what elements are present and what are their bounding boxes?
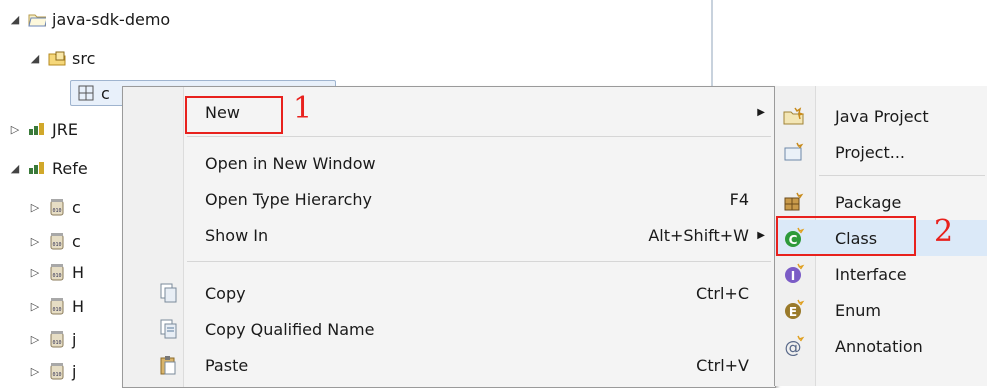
tree-item-jar[interactable]: ▷ 010 j — [28, 358, 77, 384]
tree-item-jar[interactable]: ▷ 010 j — [28, 326, 77, 352]
tree-item-label: H — [72, 296, 85, 316]
tree-item-label: c — [72, 231, 81, 251]
submenu-item-label: Interface — [835, 264, 907, 284]
tree-item-project[interactable]: ◢ java-sdk-demo — [8, 6, 170, 32]
menu-item-shortcut: Alt+Shift+W — [648, 225, 749, 245]
tree-item-label: src — [72, 48, 96, 68]
library-icon — [28, 121, 46, 137]
svg-text:E: E — [789, 305, 797, 319]
interface-icon: I — [783, 263, 805, 285]
tree-item-label: Refe — [52, 158, 88, 178]
svg-text:I: I — [791, 269, 795, 283]
submenu-item-label: Package — [835, 192, 902, 212]
library-icon — [28, 160, 46, 176]
submenu-separator — [819, 175, 985, 176]
svg-text:010: 010 — [52, 307, 61, 313]
copy-qualified-name-icon — [159, 319, 177, 343]
collapsed-twisty-icon[interactable]: ▷ — [28, 235, 42, 248]
menu-item-open-in-new-window[interactable]: Open in New Window — [123, 146, 775, 180]
expanded-twisty-icon[interactable]: ◢ — [28, 52, 42, 65]
svg-text:@: @ — [785, 338, 802, 357]
package-icon — [783, 191, 805, 213]
submenu-item-label: Java Project — [835, 106, 929, 126]
tree-item-label: c — [72, 197, 81, 217]
menu-item-copy-qualified-name[interactable]: Copy Qualified Name — [123, 312, 775, 346]
collapsed-twisty-icon[interactable]: ▷ — [28, 201, 42, 214]
tree-item-jar[interactable]: ▷ 010 H — [28, 259, 84, 285]
submenu-arrow-icon: ▶ — [757, 229, 765, 241]
enum-icon: E — [783, 299, 805, 321]
menu-item-copy[interactable]: Copy Ctrl+C — [123, 276, 775, 310]
tree-item-label: java-sdk-demo — [52, 9, 171, 29]
menu-item-label: Show In — [205, 225, 269, 245]
java-project-icon — [783, 105, 805, 127]
collapsed-twisty-icon[interactable]: ▷ — [28, 300, 42, 313]
submenu-item-label: Enum — [835, 300, 881, 320]
tree-item-src[interactable]: ◢ src — [28, 45, 96, 71]
menu-item-label: Open in New Window — [205, 153, 376, 173]
svg-text:010: 010 — [52, 208, 61, 214]
collapsed-twisty-icon[interactable]: ▷ — [28, 333, 42, 346]
project-folder-icon — [28, 11, 46, 27]
submenu-item-interface[interactable]: I Interface — [775, 256, 987, 292]
tree-item-label: j — [72, 329, 77, 349]
menu-separator — [187, 261, 771, 262]
tree-item-label: j — [72, 361, 77, 381]
expanded-twisty-icon[interactable]: ◢ — [8, 162, 22, 175]
tree-item-jar[interactable]: ▷ 010 c — [28, 228, 81, 254]
tree-item-jar[interactable]: ▷ 010 H — [28, 293, 84, 319]
menu-item-open-type-hierarchy[interactable]: Open Type Hierarchy F4 — [123, 182, 775, 216]
source-folder-icon — [48, 50, 66, 66]
annotation-icon: @ — [783, 335, 805, 357]
submenu-item-project[interactable]: Project... — [775, 134, 987, 170]
jar-icon: 010 — [48, 363, 66, 380]
svg-text:010: 010 — [52, 242, 61, 248]
jar-icon: 010 — [48, 298, 66, 315]
tree-item-jar[interactable]: ▷ 010 c — [28, 194, 81, 220]
submenu-item-java-project[interactable]: Java Project — [775, 98, 987, 134]
paste-icon — [159, 355, 177, 379]
collapsed-twisty-icon[interactable]: ▷ — [28, 266, 42, 279]
tree-item-label: H — [72, 262, 85, 282]
copy-icon — [159, 283, 177, 307]
menu-item-shortcut: F4 — [729, 189, 749, 209]
menu-separator — [187, 136, 771, 137]
menu-item-show-in[interactable]: Show In Alt+Shift+W ▶ — [123, 218, 775, 252]
menu-item-label: Copy — [205, 283, 246, 303]
jar-icon: 010 — [48, 233, 66, 250]
menu-item-label: Paste — [205, 355, 249, 375]
package-icon — [77, 85, 95, 101]
tree-item-jre[interactable]: ▷ JRE — [8, 116, 78, 142]
collapsed-twisty-icon[interactable]: ▷ — [8, 123, 22, 136]
submenu-item-package[interactable]: Package — [775, 184, 987, 220]
svg-text:010: 010 — [52, 340, 61, 346]
menu-item-label: Open Type Hierarchy — [205, 189, 372, 209]
svg-text:010: 010 — [52, 372, 61, 378]
annotation-box-step-2 — [776, 216, 916, 256]
submenu-item-label: Annotation — [835, 336, 923, 356]
submenu-item-label: Project... — [835, 142, 905, 162]
menu-item-shortcut: Ctrl+C — [695, 283, 749, 303]
jar-icon: 010 — [48, 199, 66, 216]
project-icon — [783, 141, 805, 163]
svg-text:010: 010 — [52, 273, 61, 279]
expanded-twisty-icon[interactable]: ◢ — [8, 13, 22, 26]
annotation-step-1: 1 — [293, 91, 313, 126]
annotation-step-2: 2 — [934, 214, 954, 249]
annotation-box-step-1 — [185, 96, 283, 134]
jar-icon: 010 — [48, 264, 66, 281]
submenu-arrow-icon: ▶ — [757, 106, 765, 118]
tree-item-referenced[interactable]: ◢ Refe — [8, 155, 88, 181]
jar-icon: 010 — [48, 331, 66, 348]
submenu-item-annotation[interactable]: @ Annotation — [775, 328, 987, 364]
menu-item-label: Copy Qualified Name — [205, 319, 375, 339]
tree-item-label: c — [101, 83, 110, 103]
menu-item-paste[interactable]: Paste Ctrl+V — [123, 348, 775, 382]
submenu-item-enum[interactable]: E Enum — [775, 292, 987, 328]
menu-item-shortcut: Ctrl+V — [696, 355, 749, 375]
tree-item-label: JRE — [52, 119, 78, 139]
